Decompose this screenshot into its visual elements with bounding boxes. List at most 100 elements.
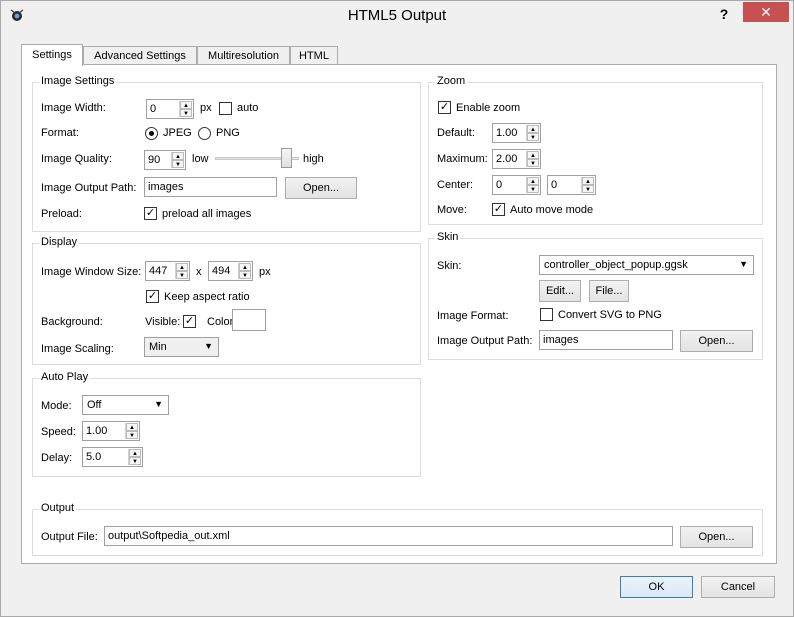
tab-advanced-settings[interactable]: Advanced Settings [83, 46, 197, 66]
image-format-label: Image Format: [437, 310, 509, 322]
image-scaling-select[interactable]: Min ▼ [144, 337, 219, 357]
delay-spinbox[interactable]: 5.0 ▲ ▼ [82, 447, 143, 467]
image-output-open-button[interactable]: Open... [285, 177, 357, 199]
spin-up-icon[interactable]: ▲ [527, 151, 539, 159]
enable-zoom-checkbox[interactable]: ✓ [438, 101, 451, 114]
spin-up-icon[interactable]: ▲ [176, 263, 188, 271]
format-png-label: PNG [216, 127, 240, 139]
speed-spinbox[interactable]: 1.00 ▲ ▼ [82, 421, 140, 441]
mode-label: Mode: [41, 400, 72, 412]
auto-move-checkbox[interactable]: ✓ [492, 203, 505, 216]
tab-html[interactable]: HTML [290, 46, 338, 66]
preload-checkbox[interactable]: ✓ [144, 207, 157, 220]
spin-down-icon[interactable]: ▼ [527, 185, 539, 193]
spin-up-icon[interactable]: ▲ [172, 152, 184, 160]
default-zoom-spinbox[interactable]: 1.00 ▲ ▼ [492, 123, 541, 143]
background-label: Background: [41, 316, 103, 328]
window-width-value: 447 [149, 265, 168, 277]
tab-multiresolution[interactable]: Multiresolution [197, 46, 290, 66]
auto-label: auto [237, 102, 259, 114]
spin-down-icon[interactable]: ▼ [582, 185, 594, 193]
spin-down-icon[interactable]: ▼ [129, 457, 141, 465]
spin-down-icon[interactable]: ▼ [176, 271, 188, 279]
keep-aspect-label: Keep aspect ratio [164, 291, 250, 303]
image-settings-group: Image Settings Image Width: 0 ▲ ▼ px auto… [32, 75, 421, 232]
convert-svg-checkbox[interactable] [540, 308, 553, 321]
skin-output-path-input[interactable]: images [539, 330, 673, 350]
chevron-down-icon: ▼ [739, 259, 748, 269]
quality-slider-thumb[interactable] [281, 148, 292, 168]
image-output-path-value: images [148, 181, 184, 193]
visible-checkbox[interactable]: ✓ [183, 315, 196, 328]
spin-up-icon[interactable]: ▲ [180, 101, 192, 109]
image-quality-label: Image Quality: [41, 153, 112, 165]
chevron-down-icon: ▼ [154, 399, 163, 409]
ok-button[interactable]: OK [620, 576, 693, 598]
output-file-input[interactable]: output\Softpedia_out.xml [104, 526, 673, 546]
image-width-value: 0 [150, 103, 157, 115]
image-scaling-value: Min [149, 341, 167, 353]
spin-down-icon[interactable]: ▼ [180, 109, 192, 117]
tab-settings[interactable]: Settings [21, 44, 83, 66]
convert-svg-label: Convert SVG to PNG [558, 309, 662, 321]
window-size-unit: px [259, 266, 271, 278]
window-height-value: 494 [212, 265, 231, 277]
quality-low-label: low [192, 153, 209, 165]
skin-output-open-button[interactable]: Open... [680, 330, 753, 352]
image-output-path-input[interactable]: images [144, 177, 277, 197]
skin-edit-button[interactable]: Edit... [539, 280, 581, 302]
spin-down-icon[interactable]: ▼ [172, 160, 184, 168]
display-title: Display [39, 236, 80, 248]
spin-up-icon[interactable]: ▲ [126, 423, 138, 431]
spin-up-icon[interactable]: ▲ [527, 177, 539, 185]
speed-label: Speed: [41, 426, 76, 438]
preload-label: Preload: [41, 208, 82, 220]
spin-up-icon[interactable]: ▲ [239, 263, 251, 271]
preload-checkbox-label: preload all images [162, 208, 252, 220]
output-file-label: Output File: [41, 531, 98, 543]
skin-output-path-label: Image Output Path: [437, 335, 533, 347]
format-jpeg-radio[interactable] [145, 127, 158, 140]
center-y-value: 0 [551, 179, 558, 191]
default-zoom-label: Default: [437, 127, 475, 139]
image-width-spinbox[interactable]: 0 ▲ ▼ [146, 99, 194, 119]
default-zoom-value: 1.00 [496, 127, 518, 139]
spin-up-icon[interactable]: ▲ [582, 177, 594, 185]
skin-output-path-value: images [543, 334, 579, 346]
spin-down-icon[interactable]: ▼ [239, 271, 251, 279]
skin-value: controller_object_popup.ggsk [544, 259, 688, 271]
zoom-title: Zoom [435, 75, 468, 87]
spin-up-icon[interactable]: ▲ [527, 125, 539, 133]
maximum-zoom-spinbox[interactable]: 2.00 ▲ ▼ [492, 149, 541, 169]
window-height-spinbox[interactable]: 494 ▲ ▼ [208, 261, 253, 281]
cancel-button[interactable]: Cancel [701, 576, 775, 598]
dialog-window: HTML5 Output ? ✕ Settings Advanced Setti… [0, 0, 794, 617]
spin-down-icon[interactable]: ▼ [126, 431, 138, 439]
window-width-spinbox[interactable]: 447 ▲ ▼ [145, 261, 190, 281]
auto-move-label: Auto move mode [510, 204, 594, 216]
format-png-radio[interactable] [198, 127, 211, 140]
output-file-value: output\Softpedia_out.xml [108, 530, 230, 542]
zoom-group: Zoom ✓ Enable zoom Default: 1.00 ▲ ▼ Maxi… [428, 75, 763, 225]
help-button[interactable]: ? [713, 5, 735, 23]
titlebar[interactable]: HTML5 Output ? ✕ [1, 1, 793, 31]
mode-value: Off [87, 399, 102, 411]
spin-down-icon[interactable]: ▼ [527, 133, 539, 141]
background-color-swatch[interactable] [232, 309, 266, 331]
skin-file-button[interactable]: File... [589, 280, 629, 302]
center-y-spinbox[interactable]: 0 ▲ ▼ [547, 175, 596, 195]
image-quality-spinbox[interactable]: 90 ▲ ▼ [144, 150, 186, 170]
keep-aspect-checkbox[interactable]: ✓ [146, 290, 159, 303]
center-x-spinbox[interactable]: 0 ▲ ▼ [492, 175, 541, 195]
skin-select[interactable]: controller_object_popup.ggsk ▼ [539, 255, 754, 275]
mode-select[interactable]: Off ▼ [82, 395, 169, 415]
center-label: Center: [437, 179, 474, 191]
auto-checkbox[interactable] [219, 102, 232, 115]
speed-value: 1.00 [86, 425, 108, 437]
spin-down-icon[interactable]: ▼ [527, 159, 539, 167]
skin-title: Skin [435, 231, 461, 243]
close-button[interactable]: ✕ [743, 2, 789, 22]
window-size-label: Image Window Size: [41, 266, 142, 278]
spin-up-icon[interactable]: ▲ [129, 449, 141, 457]
output-open-button[interactable]: Open... [680, 526, 753, 548]
